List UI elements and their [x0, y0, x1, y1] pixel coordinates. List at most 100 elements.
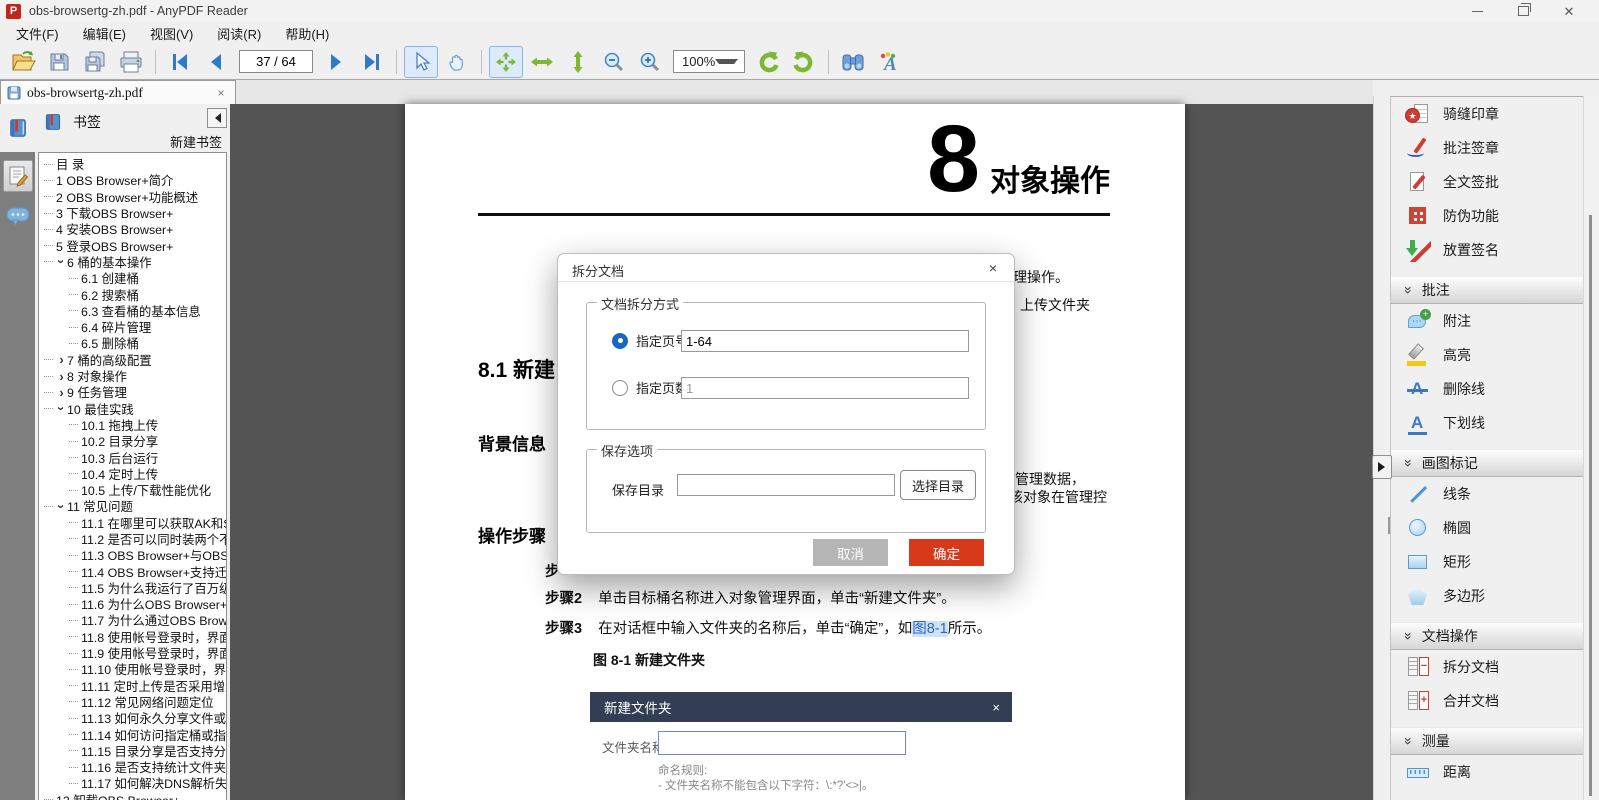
panel-item[interactable]: 拆分文档: [1391, 650, 1584, 684]
select-tool-button[interactable]: [404, 45, 438, 78]
rotate-left-button[interactable]: [751, 46, 785, 78]
bookmark-tree-item[interactable]: › 5 登录OBS Browser+: [39, 237, 226, 254]
panel-item[interactable]: 骑缝印章: [1391, 97, 1584, 131]
bookmark-tree-item[interactable]: › 11.8 使用帐号登录时，界面: [39, 629, 226, 645]
close-button[interactable]: ✕: [1552, 0, 1586, 22]
panel-item[interactable]: 距离: [1391, 755, 1584, 789]
tree-expander-icon[interactable]: ›: [54, 501, 69, 512]
new-bookmark-link[interactable]: 新建书签: [170, 132, 222, 151]
bookmark-tree-item[interactable]: › 11.9 使用帐号登录时，界面: [39, 645, 226, 661]
bookmark-tree-item[interactable]: › 8 对象操作: [39, 368, 226, 384]
panel-item[interactable]: 线条: [1391, 477, 1584, 511]
bookmark-tree-item[interactable]: › 9 任务管理: [39, 384, 226, 400]
document-tab[interactable]: obs-browsertg-zh.pdf ×: [0, 80, 236, 104]
save-button[interactable]: [42, 46, 76, 78]
tab-close-icon[interactable]: ×: [213, 85, 229, 101]
dialog-close-icon[interactable]: ×: [984, 259, 1002, 277]
bookmarks-panel-button[interactable]: [0, 104, 35, 152]
save-dir-input[interactable]: [677, 474, 895, 496]
next-page-button[interactable]: [319, 46, 353, 78]
menu-item[interactable]: 视图(V): [138, 22, 205, 45]
bookmark-tree-item[interactable]: › 6.5 删除桶: [39, 335, 226, 351]
panel-item[interactable]: 测量: [1391, 727, 1584, 755]
figure-8-1-link[interactable]: 图8-1: [912, 621, 948, 637]
bookmark-tree-item[interactable]: › 11.5 为什么我运行了百万级: [39, 580, 226, 596]
choose-directory-button[interactable]: 选择目录: [900, 470, 976, 500]
tree-expander-icon[interactable]: ›: [56, 353, 67, 366]
open-button[interactable]: [6, 46, 40, 78]
bookmark-tree-item[interactable]: › 11.7 为什么通过OBS Browser: [39, 612, 226, 628]
bookmark-tree-item[interactable]: › 11.4 OBS Browser+支持迁移: [39, 563, 226, 580]
bookmark-tree-item[interactable]: › 10.2 目录分享: [39, 433, 226, 449]
bookmark-tree-item[interactable]: › 2 OBS Browser+功能概述: [39, 189, 226, 205]
menu-item[interactable]: 编辑(E): [71, 22, 138, 45]
save-all-button[interactable]: [78, 46, 112, 78]
fit-page-button[interactable]: [489, 45, 523, 78]
bookmark-tree-item[interactable]: › 6.4 碎片管理: [39, 319, 226, 335]
first-page-button[interactable]: [163, 46, 197, 78]
zoom-in-button[interactable]: [633, 46, 667, 78]
bookmark-tree-item[interactable]: › 11.1 在哪里可以获取AK和SK: [39, 515, 226, 531]
zoom-out-button[interactable]: [597, 46, 631, 78]
bookmark-tree-item[interactable]: › 6.2 搜索桶: [39, 286, 226, 303]
print-button[interactable]: [114, 46, 148, 78]
bookmark-tree-item[interactable]: › 6.1 创建桶: [39, 270, 226, 286]
bookmark-tree-item[interactable]: › 6.3 查看桶的基本信息: [39, 303, 226, 319]
bookmark-tree-item[interactable]: › 10.4 定时上传: [39, 466, 226, 482]
prev-page-button[interactable]: [199, 46, 233, 78]
tree-expander-icon[interactable]: ›: [56, 386, 67, 399]
panel-item[interactable]: 删除线: [1391, 372, 1584, 406]
find-button[interactable]: [836, 46, 870, 78]
bookmark-tree-item[interactable]: › 10.3 后台运行: [39, 449, 226, 466]
panel-item[interactable]: 多边形: [1391, 579, 1584, 613]
hand-tool-button[interactable]: [440, 46, 474, 78]
menu-item[interactable]: 文件(F): [4, 22, 71, 45]
expand-panel-button[interactable]: [1372, 455, 1392, 479]
right-scrollbar-thumb[interactable]: [1589, 215, 1592, 796]
page-count-radio[interactable]: [612, 379, 628, 396]
zoom-level-select[interactable]: 100%: [673, 50, 745, 73]
panel-splitter[interactable]: [1373, 96, 1391, 800]
rotate-right-button[interactable]: [787, 46, 821, 78]
bookmark-tree-item[interactable]: › 11.2 是否可以同时装两个不: [39, 531, 226, 547]
bookmark-tree-item[interactable]: › 11.17 如何解决DNS解析失败: [39, 775, 226, 791]
bookmark-tree-item[interactable]: › 12 卸载OBS Browser+: [39, 792, 226, 800]
signature-panel-button[interactable]: [0, 158, 35, 194]
panel-item[interactable]: 放置签名: [1391, 233, 1584, 267]
page-range-input[interactable]: [681, 330, 969, 352]
bookmark-tree-item[interactable]: › 10 最佳实践: [39, 400, 226, 417]
page-count-input[interactable]: [681, 377, 969, 399]
tree-expander-icon[interactable]: ›: [54, 403, 69, 414]
bookmark-tree-item[interactable]: › 11.3 OBS Browser+与OBS Bro: [39, 547, 226, 563]
panel-item[interactable]: 文档操作: [1391, 622, 1584, 650]
panel-item[interactable]: 高亮: [1391, 338, 1584, 372]
last-page-button[interactable]: [355, 46, 389, 78]
bookmark-tree-item[interactable]: › 11.13 如何永久分享文件或文: [39, 710, 226, 726]
panel-item[interactable]: 批注: [1391, 276, 1584, 304]
panel-item[interactable]: 下划线: [1391, 406, 1584, 440]
panel-item[interactable]: 防伪功能: [1391, 199, 1584, 233]
minimize-button[interactable]: [1460, 0, 1494, 22]
bookmark-tree-item[interactable]: › 11.14 如何访问指定桶或指定: [39, 726, 226, 743]
panel-item[interactable]: [1391, 789, 1584, 800]
comments-panel-button[interactable]: [0, 200, 35, 234]
ok-button[interactable]: 确定: [909, 539, 984, 566]
bookmark-tree-item[interactable]: › 10.5 上传/下载性能优化: [39, 482, 226, 498]
bookmark-tree-item[interactable]: › 11.12 常见网络问题定位: [39, 694, 226, 710]
panel-item[interactable]: 矩形: [1391, 545, 1584, 579]
bookmark-tree-item[interactable]: › 4 安装OBS Browser+: [39, 221, 226, 237]
panel-item[interactable]: 附注: [1391, 304, 1584, 338]
bookmark-tree-item[interactable]: › 11.6 为什么OBS Browser+上: [39, 596, 226, 612]
bookmark-tree-item[interactable]: › 11.11 定时上传是否采用增量: [39, 678, 226, 694]
page-range-radio[interactable]: [612, 332, 628, 349]
cancel-button[interactable]: 取消: [813, 539, 888, 566]
panel-item[interactable]: 全文签批: [1391, 165, 1584, 199]
tree-expander-icon[interactable]: ›: [56, 370, 67, 383]
panel-item[interactable]: 画图标记: [1391, 449, 1584, 477]
fit-height-button[interactable]: [561, 46, 595, 78]
bookmark-tree-item[interactable]: › 11.15 目录分享是否支持分享: [39, 743, 226, 759]
bookmark-tree-item[interactable]: › 11.10 使用帐号登录时，界面: [39, 661, 226, 677]
bookmark-tree-item[interactable]: › 1 OBS Browser+简介: [39, 172, 226, 188]
bookmark-tree-item[interactable]: › 11 常见问题: [39, 498, 226, 514]
font-appearance-button[interactable]: A: [872, 46, 906, 78]
